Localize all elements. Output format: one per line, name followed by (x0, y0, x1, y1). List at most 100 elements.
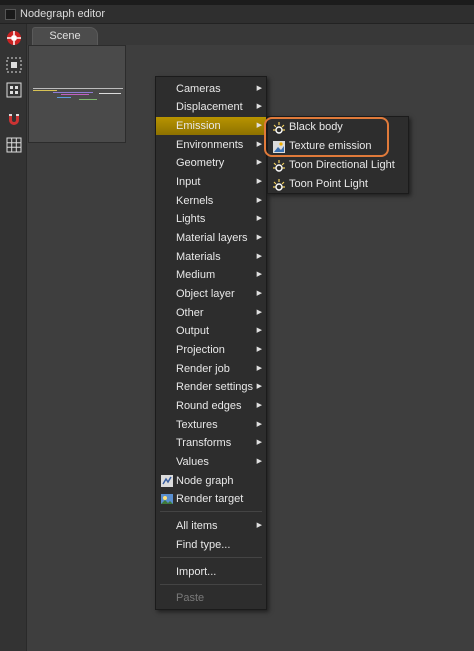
menu-separator (160, 557, 262, 558)
menu-item-label: Find type... (176, 539, 231, 551)
submenu-arrow-icon: ▶ (256, 327, 262, 334)
menu-item-materials[interactable]: Materials ▶ (156, 248, 266, 266)
top-strip (0, 0, 474, 5)
submenu-arrow-icon: ▶ (256, 522, 262, 529)
menu-item-label: Node graph (176, 475, 234, 487)
submenu-arrow-icon: ▶ (256, 383, 262, 390)
submenu-item-label: Toon Directional Light (289, 159, 395, 171)
submenu-arrow-icon: ▶ (256, 122, 262, 129)
menu-item-label: Cameras (176, 83, 221, 95)
menu-item-render-target[interactable]: Render target (156, 490, 266, 508)
menu-item-label: Emission (176, 120, 221, 132)
tab-scene[interactable]: Scene (32, 27, 98, 45)
menu-separator (160, 511, 262, 512)
menu-item-displacement[interactable]: Displacement ▶ (156, 98, 266, 116)
window-title: Nodegraph editor (20, 8, 106, 20)
menu-item-label: Lights (176, 213, 206, 225)
submenu-item-toon-point-light[interactable]: Toon Point Light (268, 175, 408, 194)
menu-item-projection[interactable]: Projection ▶ (156, 341, 266, 359)
menu-item-label: Other (176, 307, 204, 319)
window-checkbox[interactable] (5, 9, 16, 20)
magnet-icon[interactable] (6, 111, 22, 127)
menu-item-label: All items (176, 520, 218, 532)
menu-item-import[interactable]: Import... (156, 563, 266, 581)
menu-item-label: Textures (176, 419, 218, 431)
menu-item-paste: Paste (156, 589, 266, 607)
grid-icon[interactable] (6, 137, 22, 153)
menu-item-label: Round edges (176, 400, 242, 412)
context-menu: Cameras ▶ Displacement ▶ Emission ▶ Environ… (155, 76, 267, 610)
menu-item-label: Paste (176, 592, 205, 604)
menu-item-input[interactable]: Input ▶ (156, 173, 266, 191)
menu-item-label: Medium (176, 269, 216, 281)
menu-item-emission[interactable]: Emission ▶ (156, 117, 266, 135)
menu-item-values[interactable]: Values ▶ (156, 453, 266, 471)
submenu-arrow-icon: ▶ (256, 141, 262, 148)
menu-item-find-type[interactable]: Find type... (156, 536, 266, 554)
menu-item-label: Output (176, 325, 210, 337)
octane-logo-icon[interactable] (6, 30, 22, 46)
menu-item-label: Kernels (176, 195, 214, 207)
submenu-arrow-icon: ▶ (256, 178, 262, 185)
submenu-arrow-icon: ▶ (256, 365, 262, 372)
select-all-icon[interactable] (6, 82, 22, 98)
submenu-arrow-icon: ▶ (256, 402, 262, 409)
emission-node-icon (272, 178, 286, 192)
submenu-arrow-icon: ▶ (256, 346, 262, 353)
render-target-icon (160, 492, 174, 506)
menu-item-textures[interactable]: Textures ▶ (156, 416, 266, 434)
menu-item-medium[interactable]: Medium ▶ (156, 266, 266, 284)
menu-item-output[interactable]: Output ▶ (156, 322, 266, 340)
menu-item-label: Render job (176, 363, 230, 375)
submenu-arrow-icon: ▶ (256, 103, 262, 110)
menu-item-label: Material layers (176, 232, 248, 244)
menu-item-transforms[interactable]: Transforms ▶ (156, 434, 266, 452)
submenu-arrow-icon: ▶ (256, 215, 262, 222)
fit-graph-icon[interactable] (6, 57, 22, 73)
menu-item-label: Render settings (176, 381, 254, 393)
menu-item-geometry[interactable]: Geometry ▶ (156, 154, 266, 172)
menu-item-kernels[interactable]: Kernels ▶ (156, 192, 266, 210)
menu-item-label: Displacement (176, 101, 243, 113)
menu-item-cameras[interactable]: Cameras ▶ (156, 80, 266, 98)
menu-item-label: Values (176, 456, 209, 468)
submenu-item-label: Toon Point Light (289, 178, 368, 190)
submenu-arrow-icon: ▶ (256, 159, 262, 166)
menu-item-environments[interactable]: Environments ▶ (156, 136, 266, 154)
menu-item-label: Input (176, 176, 201, 188)
menu-item-node-graph[interactable]: Node graph (156, 472, 266, 490)
menu-item-label: Environments (176, 139, 244, 151)
menu-item-label: Geometry (176, 157, 225, 169)
submenu-arrow-icon: ▶ (256, 458, 262, 465)
menu-item-render-settings[interactable]: Render settings ▶ (156, 378, 266, 396)
menu-item-all-items[interactable]: All items ▶ (156, 517, 266, 535)
menu-separator (160, 584, 262, 585)
menu-item-label: Render target (176, 493, 244, 505)
menu-item-label: Transforms (176, 437, 232, 449)
submenu-arrow-icon: ▶ (256, 253, 262, 260)
submenu-arrow-icon: ▶ (256, 271, 262, 278)
title-bar: Nodegraph editor (0, 0, 474, 24)
menu-item-round-edges[interactable]: Round edges ▶ (156, 397, 266, 415)
emission-node-icon (272, 159, 286, 173)
menu-item-object-layer[interactable]: Object layer ▶ (156, 285, 266, 303)
menu-item-render-job[interactable]: Render job ▶ (156, 360, 266, 378)
menu-item-other[interactable]: Other ▶ (156, 304, 266, 322)
highlight-outline (264, 117, 389, 157)
submenu-arrow-icon: ▶ (256, 309, 262, 316)
submenu-arrow-icon: ▶ (256, 439, 262, 446)
menu-item-label: Object layer (176, 288, 235, 300)
submenu-arrow-icon: ▶ (256, 234, 262, 241)
left-toolbar (0, 24, 27, 651)
submenu-arrow-icon: ▶ (256, 85, 262, 92)
graph-preview[interactable] (28, 45, 126, 143)
menu-item-lights[interactable]: Lights ▶ (156, 210, 266, 228)
submenu-arrow-icon: ▶ (256, 290, 262, 297)
tab-bar: Scene (27, 24, 474, 45)
submenu-item-toon-directional-light[interactable]: Toon Directional Light (268, 156, 408, 175)
submenu-arrow-icon: ▶ (256, 197, 262, 204)
menu-item-label: Materials (176, 251, 221, 263)
node-graph-icon (160, 474, 174, 488)
menu-item-label: Projection (176, 344, 225, 356)
menu-item-material-layers[interactable]: Material layers ▶ (156, 229, 266, 247)
